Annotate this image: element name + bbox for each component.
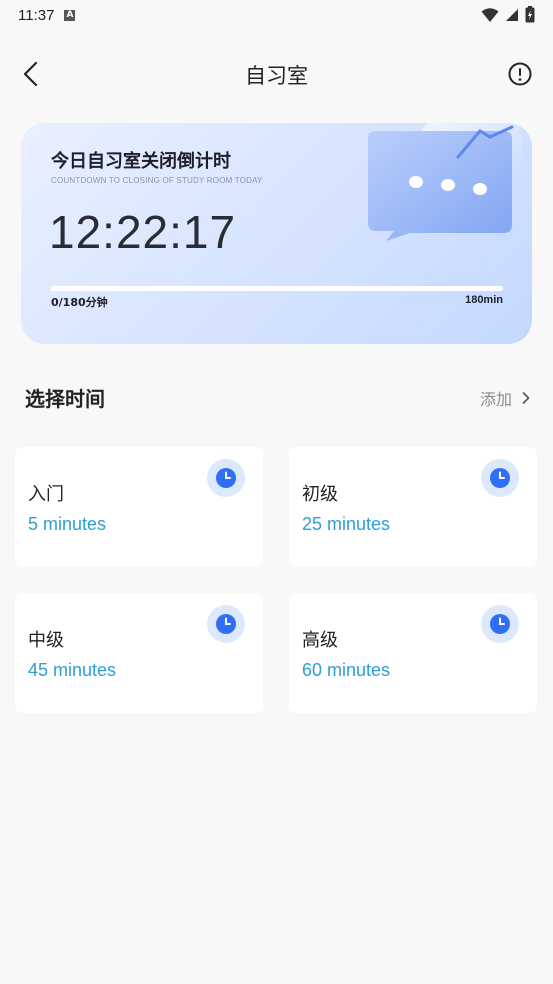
progress-label: 0/180分钟: [51, 296, 108, 309]
info-button[interactable]: [507, 61, 533, 87]
info-icon: [508, 62, 532, 86]
signal-icon: [506, 8, 518, 21]
progress-bar: [51, 286, 503, 291]
clock-icon: [490, 468, 510, 488]
countdown-title: 今日自习室关闭倒计时: [51, 151, 231, 172]
add-button[interactable]: 添加: [480, 386, 530, 410]
top-nav-bar: 自习室: [0, 48, 553, 100]
progress-max-label: 180min: [465, 294, 503, 306]
status-icons: [481, 6, 535, 23]
notification-badge-icon: A: [64, 9, 76, 21]
time-option-card[interactable]: 高级 60 minutes: [289, 593, 537, 713]
time-option-duration: 5 minutes: [28, 514, 107, 534]
chat-bubble-illustration: [368, 123, 522, 241]
select-time-header: 选择时间 添加: [0, 380, 553, 412]
time-option-label: 入门: [28, 484, 64, 505]
add-label: 添加: [479, 390, 512, 409]
time-option-card[interactable]: 入门 5 minutes: [15, 447, 263, 567]
countdown-subtitle: COUNTDOWN TO CLOSING OF STUDY ROOM TODAY: [51, 176, 263, 185]
time-option-duration: 45 minutes: [28, 660, 117, 680]
section-title: 选择时间: [25, 387, 105, 411]
status-time: 11:37: [18, 6, 55, 24]
clock-badge: [481, 605, 519, 643]
clock-badge: [481, 459, 519, 497]
countdown-timer: 12:22:17: [49, 206, 237, 258]
chevron-right-icon: [522, 392, 530, 404]
countdown-card: 今日自习室关闭倒计时 COUNTDOWN TO CLOSING OF STUDY…: [21, 123, 532, 344]
page-title: 自习室: [245, 64, 308, 88]
time-option-label: 高级: [302, 630, 338, 651]
battery-icon: [525, 6, 535, 23]
time-option-card[interactable]: 初级 25 minutes: [289, 447, 537, 567]
time-option-label: 初级: [302, 484, 338, 505]
wifi-icon: [481, 7, 499, 22]
clock-icon: [216, 468, 236, 488]
clock-icon: [216, 614, 236, 634]
time-option-duration: 60 minutes: [302, 660, 391, 680]
clock-badge: [207, 605, 245, 643]
time-option-label: 中级: [28, 630, 64, 651]
status-bar: 11:37 A: [0, 0, 553, 30]
clock-badge: [207, 459, 245, 497]
time-option-card[interactable]: 中级 45 minutes: [15, 593, 263, 713]
clock-icon: [490, 614, 510, 634]
progress-fill: [51, 286, 503, 291]
time-option-duration: 25 minutes: [302, 514, 391, 534]
